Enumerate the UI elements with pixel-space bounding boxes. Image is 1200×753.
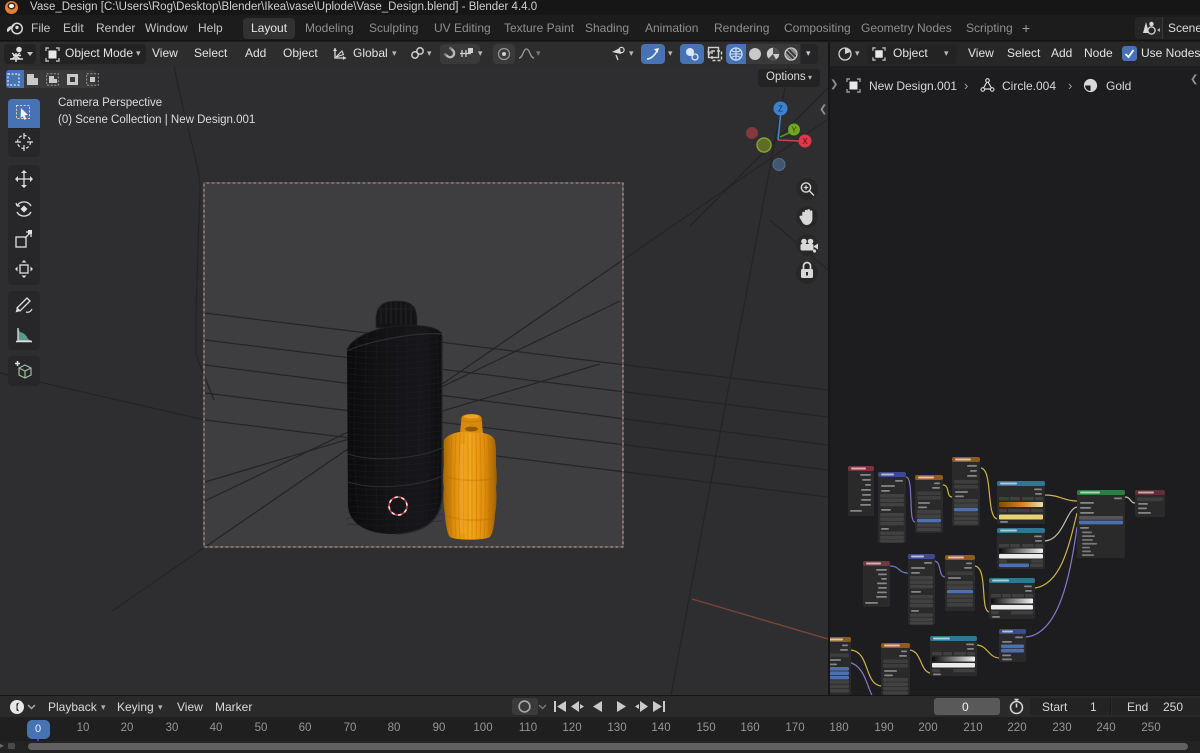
svg-text:X: X (802, 137, 808, 146)
svg-text:Y: Y (791, 126, 797, 135)
svg-text:Z: Z (778, 105, 783, 114)
